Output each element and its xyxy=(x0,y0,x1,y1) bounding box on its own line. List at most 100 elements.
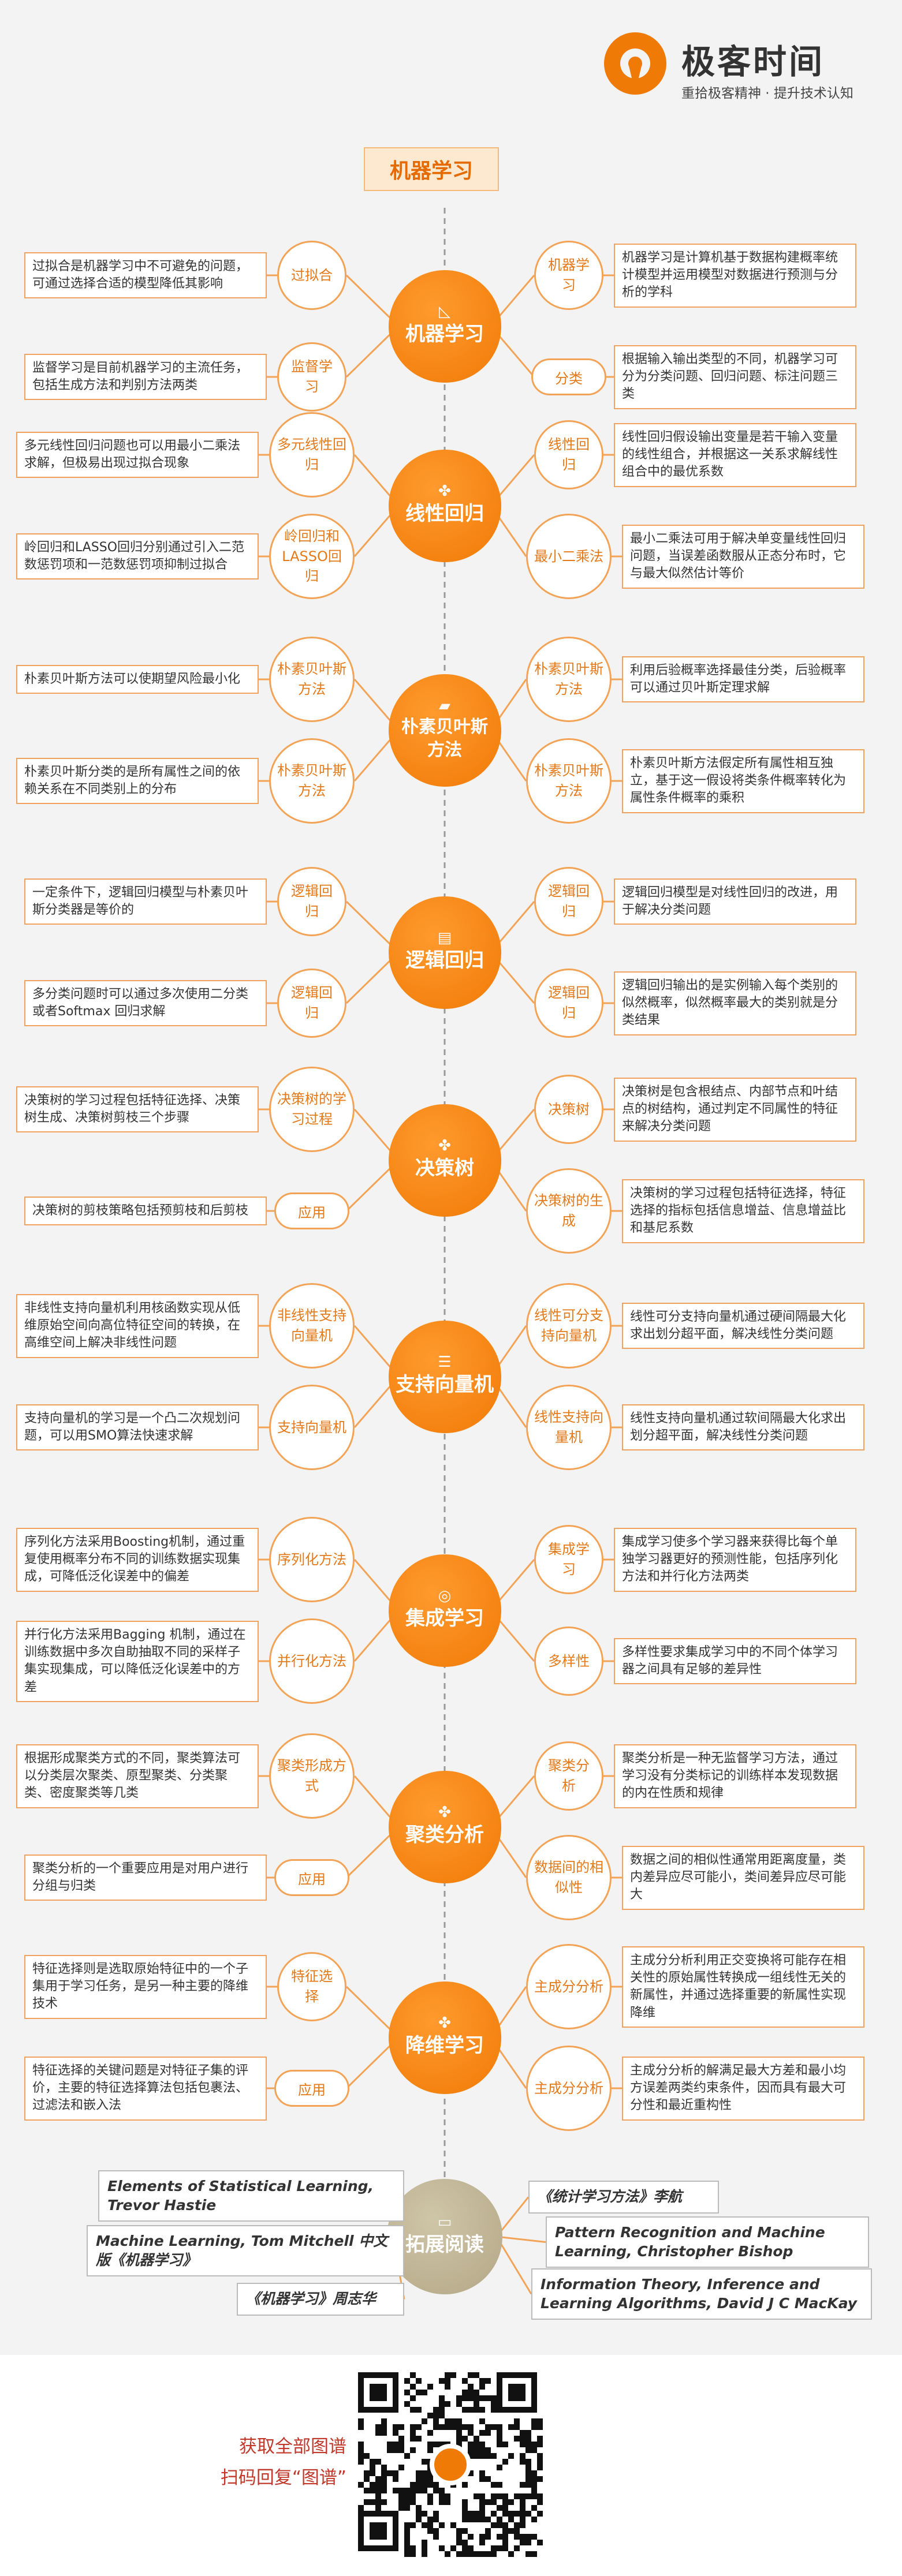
branch-label: 监督学习 xyxy=(277,342,346,412)
reading-book: Pattern Recognition and Machine Learning… xyxy=(546,2216,869,2268)
reading-book: 《机器学习》周志华 xyxy=(237,2283,404,2316)
branch-label: 逻辑回归 xyxy=(277,969,346,1038)
branch-label: 应用 xyxy=(274,2070,349,2107)
topic-hub: ✤ 线性回归 xyxy=(388,449,501,562)
branch-label: 朴素贝叶斯方法 xyxy=(269,738,355,824)
branch-label: 多样性 xyxy=(534,1627,603,1696)
branch-label: 逻辑回归 xyxy=(534,867,603,936)
branch-label: 集成学习 xyxy=(534,1525,603,1594)
branch-label: 过拟合 xyxy=(277,241,346,310)
branch-label: 支持向量机 xyxy=(269,1385,355,1470)
branch-note: 决策树是包含根结点、内部节点和叶结点的树结构，通过判定不同属性的特征来解决分类问… xyxy=(614,1077,856,1142)
branch-note: 集成学习使多个学习器来获得比每个单独学习器更好的预测性能，包括序列化方法和并行化… xyxy=(614,1527,856,1592)
branch-note: 多元线性回归问题也可以用最小二乘法求解，但极易出现过拟合现象 xyxy=(16,431,259,478)
branch-note: 监督学习是目前机器学习的主流任务，包括生成方法和判别方法两类 xyxy=(24,353,267,401)
topic-hub: ✤ 降维学习 xyxy=(388,1981,501,2094)
branch-label: 聚类形成方式 xyxy=(269,1733,355,1819)
branch-label: 决策树的生成 xyxy=(526,1168,612,1254)
branch-label: 岭回归和LASSO回归 xyxy=(269,514,355,599)
topic-title: 集成学习 xyxy=(405,1607,484,1631)
branch-label: 主成分分析 xyxy=(526,1944,612,2029)
puzzle-icon: ✤ xyxy=(438,483,451,500)
footer-cta: 获取全部图谱 扫码回复“图谱” xyxy=(173,2431,346,2494)
branch-note: 根据输入输出类型的不同，机器学习可分为分类问题、回归问题、标注问题三类 xyxy=(614,345,856,409)
branch-note: 朴素贝叶斯分类的是所有属性之间的依赖关系在不同类别上的分布 xyxy=(16,757,259,805)
topic-title: 机器学习 xyxy=(405,323,484,346)
book-icon: ▭ xyxy=(437,2214,452,2231)
branch-label: 聚类分析 xyxy=(534,1741,603,1811)
branch-label: 多元线性回归 xyxy=(269,412,355,498)
branch-label: 特征选择 xyxy=(277,1952,346,2021)
topic-title: 支持向量机 xyxy=(396,1373,494,1397)
branch-label: 主成分分析 xyxy=(526,2046,612,2131)
branch-note: 线性可分支持向量机通过硬间隔最大化求出划分超平面，解决线性分类问题 xyxy=(622,1302,864,1349)
branch-note: 最小二乘法可用于解决单变量线性回归问题，当误差函数服从正态分布时，它与最大似然估… xyxy=(622,524,864,589)
puzzle-icon: ✤ xyxy=(438,2014,451,2032)
branch-note: 主成分分析的解满足最大方差和最小均方误差两类约束条件，因而具有最大可分性和最近重… xyxy=(622,2056,864,2121)
topic-title: 逻辑回归 xyxy=(405,949,484,973)
branch-label: 序列化方法 xyxy=(269,1517,355,1602)
topic-title: 降维学习 xyxy=(405,2034,484,2058)
reading-book: Elements of Statistical Learning, Trevor… xyxy=(98,2170,404,2222)
branch-note: 序列化方法采用Boosting机制，通过重复使用概率分布不同的训练数据实现集成，… xyxy=(16,1527,259,1592)
topic-title: 线性回归 xyxy=(405,502,484,526)
branch-label: 朴素贝叶斯方法 xyxy=(269,637,355,722)
reading-book: Machine Learning, Tom Mitchell 中文版《机器学习》 xyxy=(87,2225,404,2276)
topic-title: 决策树 xyxy=(415,1157,474,1180)
reading-hub: ▭ 拓展阅读 xyxy=(387,2179,502,2294)
branch-label: 数据间的相似性 xyxy=(526,1835,612,1920)
topic-title: 朴素贝叶斯方法 xyxy=(401,716,488,761)
branch-label: 线性支持向量机 xyxy=(526,1385,612,1470)
topic-hub: ◎ 集成学习 xyxy=(388,1554,501,1667)
branch-note: 主成分分析利用正交变换将可能存在相关性的原始属性转换成一组线性无关的新属性，并通… xyxy=(622,1946,864,2028)
branch-note: 线性回归假设输出变量是若干输入变量的线性组合，并根据这一关系求解线性组合中的最优… xyxy=(614,423,856,487)
branch-label: 机器学习 xyxy=(534,241,603,310)
reading-book: 《统计学习方法》李航 xyxy=(528,2181,719,2214)
folder-icon: ▰ xyxy=(439,697,450,715)
branch-label: 朴素贝叶斯方法 xyxy=(526,637,612,722)
branch-note: 决策树的剪枝策略包括预剪枝和后剪枝 xyxy=(24,1197,267,1226)
branch-note: 利用后验概率选择最佳分类，后验概率可以通过贝叶斯定理求解 xyxy=(622,656,864,703)
branch-label: 线性回归 xyxy=(534,420,603,489)
branch-label: 应用 xyxy=(274,1859,349,1896)
branch-note: 非线性支持向量机利用核函数实现从低维原始空间向高位特征空间的转换，在高维空间上解… xyxy=(16,1293,259,1358)
branch-label: 决策树的学习过程 xyxy=(269,1067,355,1152)
triangle-ruler-icon: ◺ xyxy=(439,303,450,321)
branch-note: 岭回归和LASSO回归分别通过引入二范数惩罚项和一范数惩罚项抑制过拟合 xyxy=(16,533,259,580)
branch-note: 根据形成聚类方式的不同，聚类算法可以分类层次聚类、原型聚类、分类聚类、密度聚类等… xyxy=(16,1744,259,1808)
branch-note: 并行化方法采用Bagging 机制，通过在训练数据中多次自助抽取不同的采样子集实… xyxy=(16,1620,259,1702)
branch-label: 逻辑回归 xyxy=(534,969,603,1038)
branch-label: 分类 xyxy=(531,358,606,395)
puzzle-icon: ✤ xyxy=(438,1804,451,1822)
branch-note: 聚类分析的一个重要应用是对用户进行分组与归类 xyxy=(24,1854,267,1901)
branch-note: 特征选择的关键问题是对特征子集的评价，主要的特征选择算法包括包裹法、过滤法和嵌入… xyxy=(24,2056,267,2121)
branch-note: 决策树的学习过程包括特征选择、决策树生成、决策树剪枝三个步骤 xyxy=(16,1086,259,1133)
branch-note: 朴素贝叶斯方法假定所有属性相互独立，基于这一假设将类条件概率转化为属性条件概率的… xyxy=(622,749,864,813)
mind-map: ◺ 机器学习 过拟合 过拟合是机器学习中不可避免的问题，可通过选择合适的模型降低其影响… xyxy=(0,0,902,2576)
topic-hub: ▤ 逻辑回归 xyxy=(388,896,501,1009)
stack-icon: ☰ xyxy=(438,1354,452,1371)
search-icon: ◎ xyxy=(438,1587,452,1605)
topic-hub: ✤ 聚类分析 xyxy=(388,1770,501,1883)
puzzle-icon: ✤ xyxy=(438,1137,451,1155)
branch-note: 决策树的学习过程包括特征选择，特征选择的指标包括信息增益、信息增益比和基尼系数 xyxy=(622,1179,864,1243)
branch-note: 数据之间的相似性通常用距离度量，类内差异应尽可能小，类间差异应尽可能大 xyxy=(622,1845,864,1910)
branch-label: 应用 xyxy=(274,1192,349,1229)
branch-label: 并行化方法 xyxy=(269,1618,355,1704)
branch-note: 机器学习是计算机基于数据构建概率统计模型并运用模型对数据进行预测与分析的学科 xyxy=(614,243,856,308)
branch-note: 一定条件下，逻辑回归模型与朴素贝叶斯分类器是等价的 xyxy=(24,878,267,925)
branch-label: 决策树 xyxy=(534,1075,603,1144)
branch-note: 过拟合是机器学习中不可避免的问题，可通过选择合适的模型降低其影响 xyxy=(24,252,267,299)
branch-note: 逻辑回归输出的是实例输入每个类别的似然概率，似然概率最大的类别就是分类结果 xyxy=(614,971,856,1035)
topic-hub: ▰ 朴素贝叶斯方法 xyxy=(388,674,501,787)
branch-note: 聚类分析是一种无监督学习方法，通过学习没有分类标记的训练样本发现数据的内在性质和… xyxy=(614,1744,856,1808)
branch-note: 朴素贝叶斯方法可以使期望风险最小化 xyxy=(16,665,259,694)
branch-note: 多分类问题时可以通过多次使用二分类或者Softmax 回归求解 xyxy=(24,979,267,1027)
topic-hub: ✤ 决策树 xyxy=(388,1104,501,1217)
branch-label: 线性可分支持向量机 xyxy=(526,1283,612,1369)
branch-note: 逻辑回归模型是对线性回归的改进，用于解决分类问题 xyxy=(614,878,856,925)
branch-note: 特征选择则是选取原始特征中的一个子集用于学习任务，是另一种主要的降维技术 xyxy=(24,1954,267,2019)
branch-label: 逻辑回归 xyxy=(277,867,346,936)
reading-title: 拓展阅读 xyxy=(405,2233,484,2257)
topic-hub: ◺ 机器学习 xyxy=(388,270,501,383)
